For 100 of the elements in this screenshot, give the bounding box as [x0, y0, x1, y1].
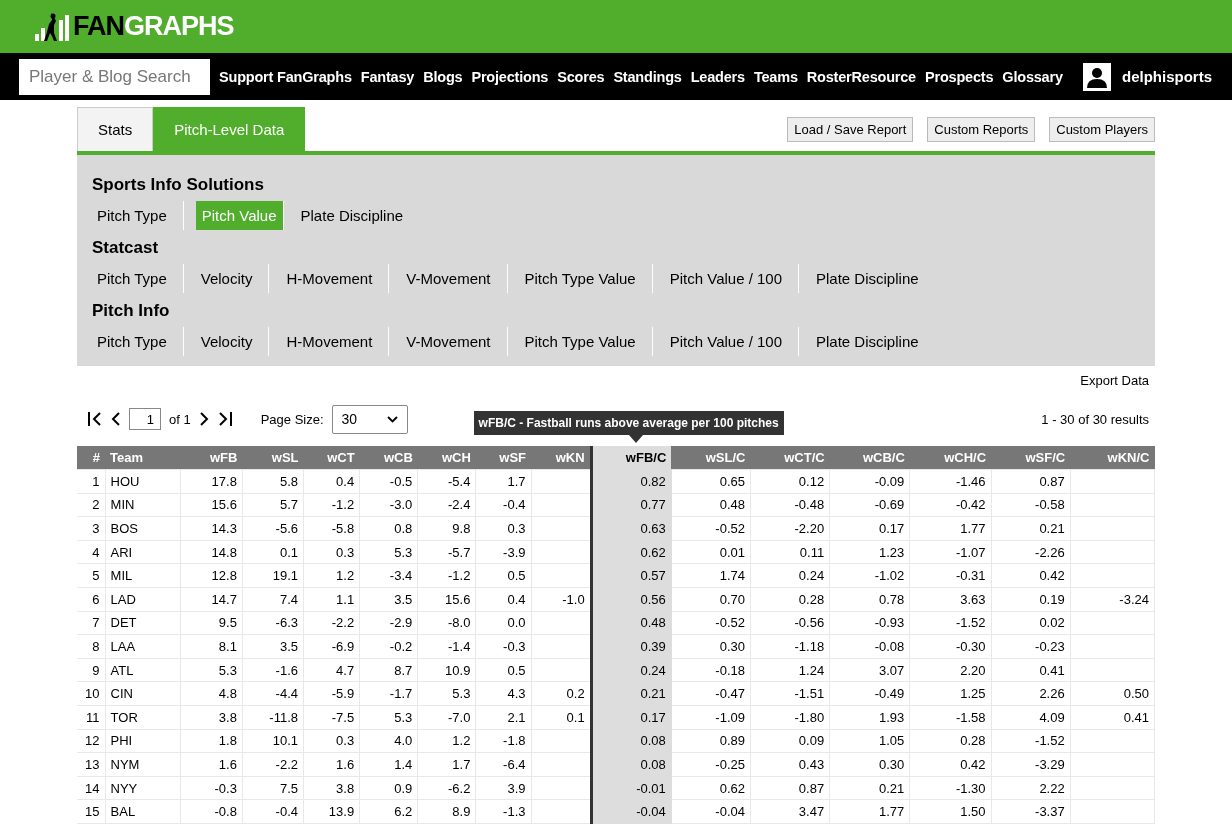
table-cell: -3.29 — [1035, 756, 1065, 772]
column-header[interactable]: wCB — [359, 446, 418, 470]
sub-tab[interactable]: Pitch Value / 100 — [664, 327, 799, 356]
table-cell: -7.0 — [448, 709, 471, 725]
nav-link[interactable]: Blogs — [423, 68, 463, 85]
sub-tab[interactable]: Plate Discipline — [811, 264, 935, 293]
table-cell: MIL — [110, 568, 133, 584]
table-cell: -5.4 — [448, 473, 471, 489]
table-cell: -2.20 — [794, 521, 825, 536]
table-cell: -0.04 — [636, 804, 666, 820]
table-cell: 3.5 — [394, 591, 413, 607]
nav-link[interactable]: Glossary — [1002, 68, 1063, 85]
table-cell: 0.30 — [719, 638, 745, 654]
sub-tab[interactable]: Plate Discipline — [295, 201, 420, 230]
column-header[interactable]: wCT/C — [750, 446, 830, 470]
report-button[interactable]: Custom Reports — [927, 116, 1036, 142]
sub-tab[interactable]: H-Movement — [281, 327, 390, 356]
table-cell: 7.4 — [279, 591, 298, 607]
sub-tab[interactable]: Velocity — [195, 327, 270, 356]
next-page-icon[interactable] — [198, 412, 209, 426]
search-field[interactable]: Player & Blog Search — [19, 58, 210, 95]
report-button[interactable]: Load / Save Report — [787, 116, 914, 142]
report-button[interactable]: Custom Players — [1049, 116, 1155, 142]
column-header[interactable]: wCH — [417, 446, 476, 470]
sub-tab[interactable]: Pitch Type — [92, 201, 184, 230]
nav-link[interactable]: Leaders — [690, 68, 745, 85]
table-cell: ARI — [110, 544, 133, 560]
previous-page-icon[interactable] — [111, 412, 121, 426]
table-cell: -5.8 — [331, 521, 355, 536]
column-header[interactable]: wKN — [531, 446, 592, 470]
user-avatar-icon[interactable] — [1083, 62, 1111, 91]
column-header[interactable]: wSL — [242, 446, 304, 470]
column-header[interactable]: wSF — [475, 446, 531, 470]
table-cell: 0.17 — [879, 521, 905, 536]
table-cell: 14.3 — [211, 521, 237, 536]
export-data-link[interactable]: Export Data — [1080, 373, 1149, 393]
column-header[interactable]: wKN/C — [1070, 446, 1155, 470]
table-cell: -0.09 — [874, 473, 905, 489]
page-size-select[interactable]: 30 — [331, 404, 408, 434]
sub-tab[interactable]: Pitch Type — [92, 264, 184, 293]
sub-tab[interactable]: Pitch Value / 100 — [664, 264, 799, 293]
table-cell: 15 — [85, 804, 100, 820]
table-cell: 0.21 — [640, 686, 666, 702]
column-header[interactable]: wSF/C — [991, 446, 1071, 470]
table-cell: 3.8 — [218, 709, 237, 725]
nav-link[interactable]: Prospects — [925, 68, 994, 85]
table-cell: 5.3 — [218, 662, 237, 678]
table-cell: 0.87 — [1039, 473, 1065, 489]
sub-tab[interactable]: V-Movement — [401, 264, 508, 293]
table-cell: 0.0 — [507, 615, 526, 631]
sub-tab[interactable]: Pitch Type Value — [519, 264, 653, 293]
table-cell: 0.30 — [879, 756, 905, 772]
table-cell: 9.5 — [218, 615, 237, 631]
column-header[interactable]: wCT — [303, 446, 360, 470]
column-header[interactable]: # — [77, 446, 106, 470]
table-cell: 0.70 — [719, 591, 745, 607]
sub-tab[interactable]: Pitch Type Value — [519, 327, 653, 356]
column-header[interactable]: wFB — [180, 446, 243, 470]
table-cell: 0.9 — [394, 780, 413, 796]
table-cell: 1.74 — [719, 568, 745, 584]
column-header[interactable]: wCB/C — [829, 446, 910, 470]
logo-wordmark[interactable]: FANGRAPHS — [73, 11, 234, 42]
table-cell: 3.63 — [960, 591, 986, 607]
table-cell: 0.19 — [1039, 591, 1065, 607]
sub-tab[interactable]: Plate Discipline — [811, 327, 935, 356]
column-header[interactable]: wCH/C — [909, 446, 991, 470]
sub-tab[interactable]: Velocity — [195, 264, 270, 293]
table-cell: -0.56 — [794, 615, 825, 631]
column-header[interactable]: wSL/C — [671, 446, 751, 470]
table-cell: -5.9 — [331, 686, 355, 702]
table-cell: 15.6 — [211, 497, 237, 513]
nav-link[interactable]: Teams — [753, 68, 798, 85]
table-cell: -6.9 — [331, 638, 355, 654]
table-cell: NYM — [110, 756, 140, 772]
table-cell: 0.02 — [1039, 615, 1065, 631]
table-cell: 0.42 — [960, 756, 986, 772]
page-number-field[interactable]: 1 — [129, 408, 161, 430]
nav-link[interactable]: RosterResource — [806, 68, 916, 85]
nav-link[interactable]: Projections — [471, 68, 549, 85]
table-cell: 10 — [85, 686, 100, 702]
first-page-icon[interactable] — [87, 412, 103, 426]
nav-link[interactable]: Fantasy — [360, 68, 415, 85]
sub-tab[interactable]: V-Movement — [401, 327, 508, 356]
table-cell: 0.24 — [640, 662, 666, 678]
last-page-icon[interactable] — [216, 412, 233, 426]
table-cell: 0.48 — [640, 615, 666, 631]
table-cell: 8.7 — [394, 662, 413, 678]
nav-link[interactable]: Standings — [613, 68, 682, 85]
table-cell: -8.0 — [448, 615, 471, 631]
user-name[interactable]: delphisports — [1122, 68, 1212, 85]
sub-tab[interactable]: H-Movement — [281, 264, 390, 293]
nav-link[interactable]: Scores — [557, 68, 605, 85]
section-title: Pitch Info — [92, 301, 171, 321]
tab[interactable]: Stats — [77, 107, 154, 151]
column-header[interactable]: Team — [105, 446, 181, 470]
sub-tab[interactable]: Pitch Type — [92, 327, 184, 356]
table-cell: -3.37 — [1035, 804, 1065, 820]
nav-link[interactable]: Support FanGraphs — [219, 68, 352, 85]
table-cell: 0.50 — [1123, 686, 1149, 702]
column-header[interactable]: wFB/C — [591, 446, 672, 470]
